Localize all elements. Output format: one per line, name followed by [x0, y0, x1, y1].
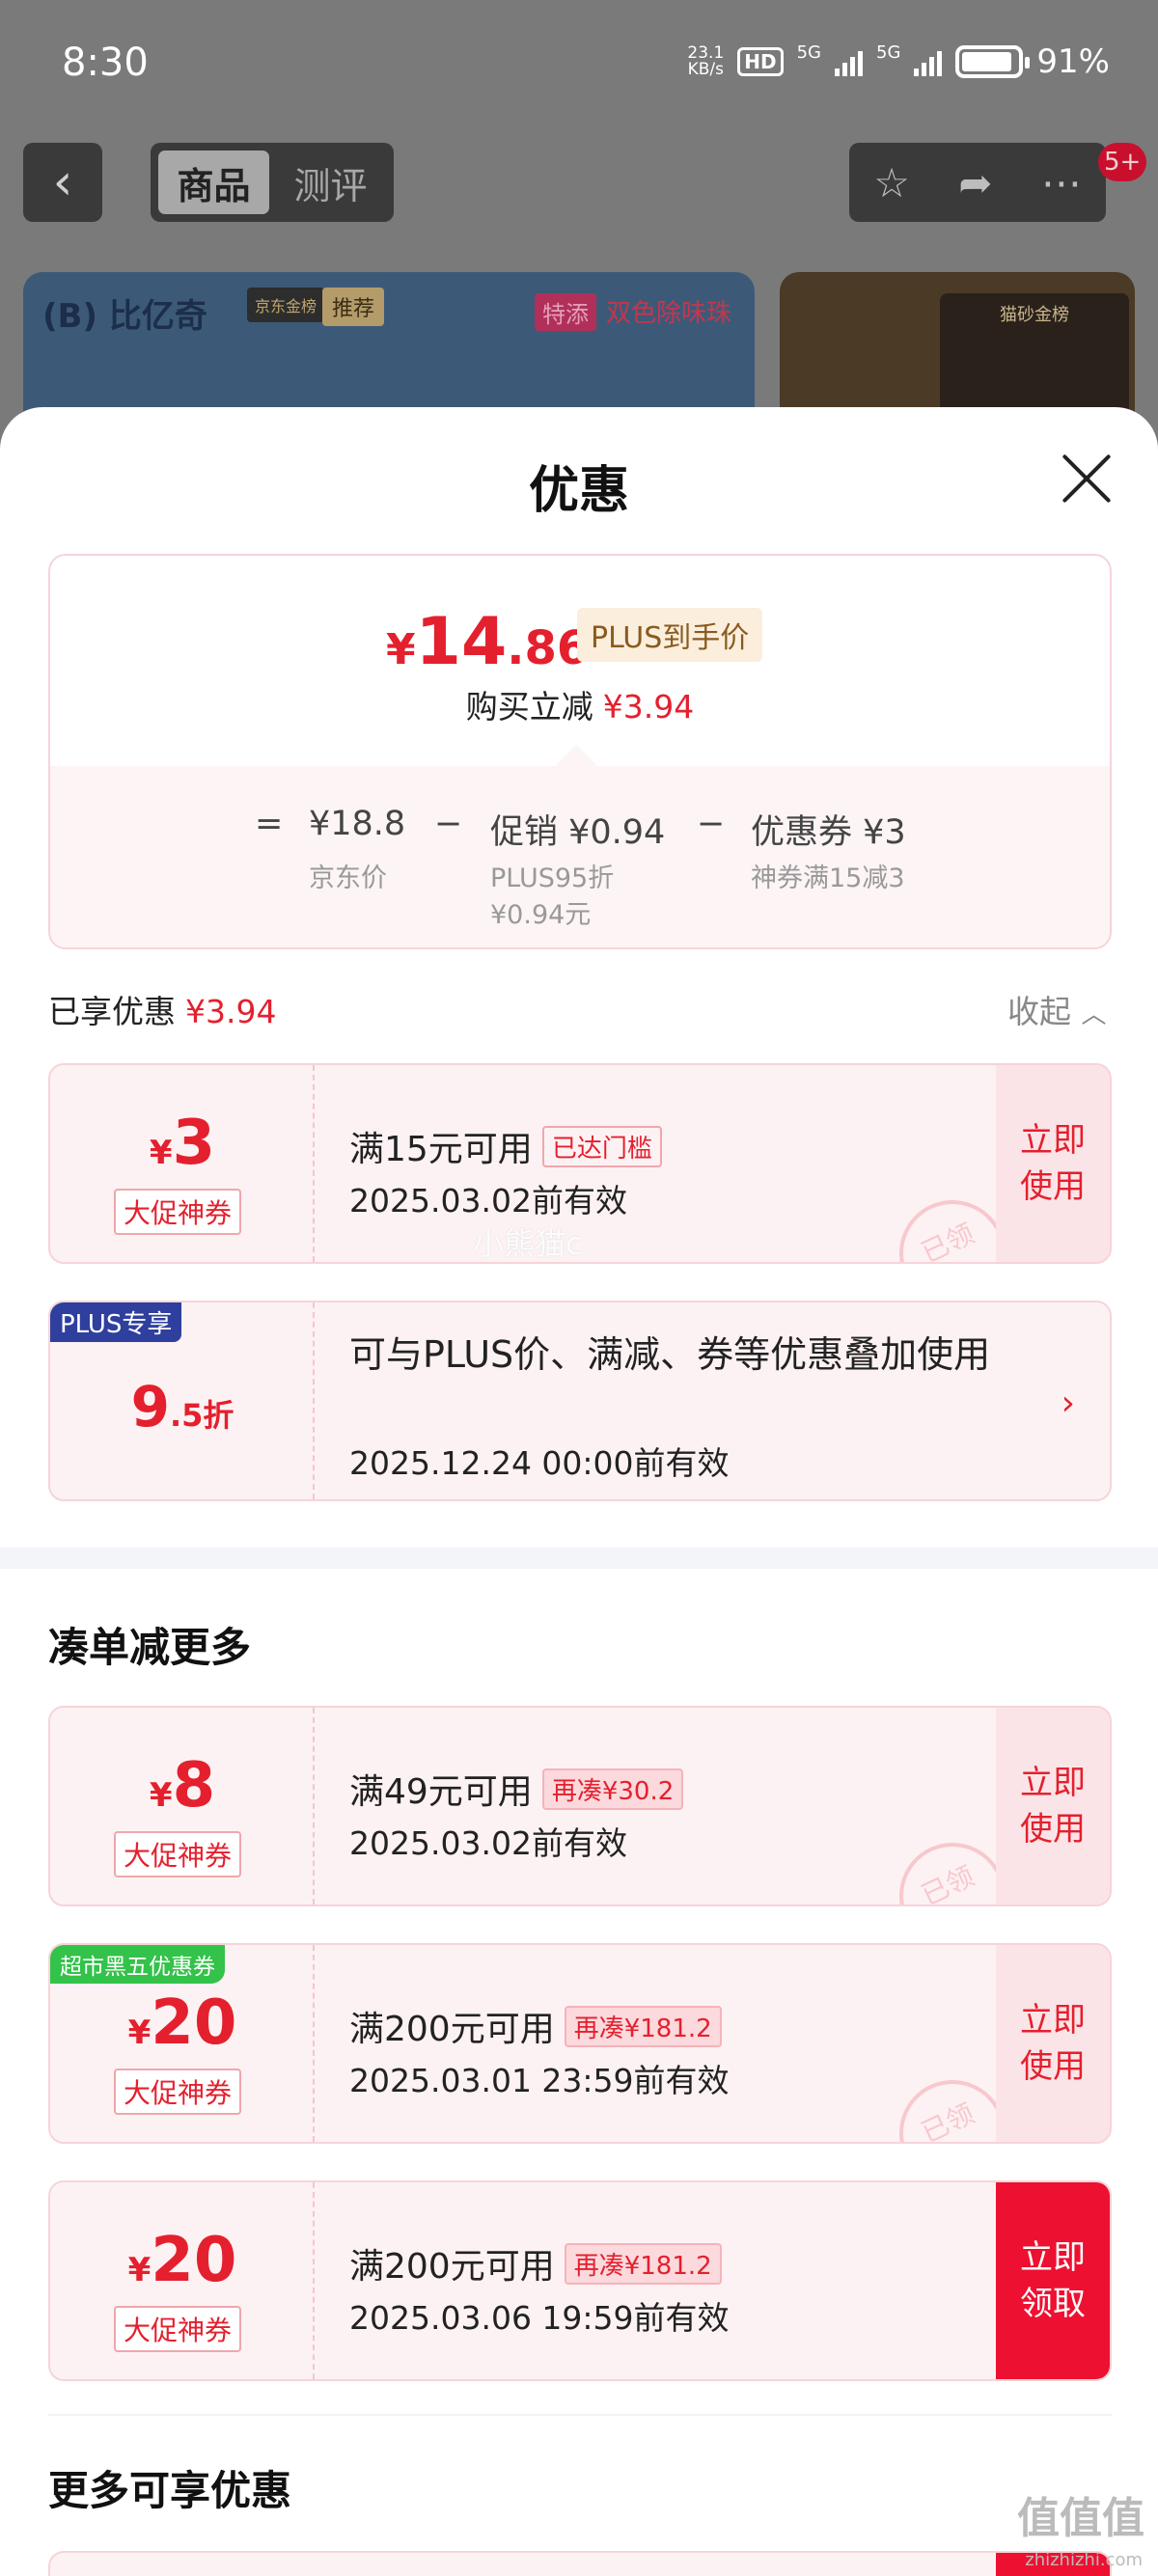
- section-title-enjoy: 更多可享优惠: [48, 2467, 292, 2514]
- close-icon[interactable]: [1062, 453, 1112, 504]
- enjoyed-discount: 已享优惠 ¥3.94: [48, 993, 277, 1030]
- chevron-up-icon: ︿: [1081, 1000, 1107, 1029]
- coupon-type: 大促神券: [114, 2069, 242, 2115]
- more-icon[interactable]: ⋯: [1041, 159, 1082, 206]
- banner-brand: (B) 比亿奇: [42, 297, 207, 336]
- promo-ribbon: 超市黑五优惠券: [50, 1945, 225, 1984]
- signal-icon: [835, 47, 864, 76]
- coupon-amount: ¥3: [149, 1108, 216, 1179]
- formula-promo: 促销 ¥0.94: [490, 813, 666, 852]
- reduce-amount: ¥3.94: [602, 688, 695, 726]
- formula-jd-price: ¥18.8: [309, 805, 406, 843]
- status-bar: 8:30 23.1 KB/s HD 5G 5G 91%: [0, 0, 1158, 135]
- formula-coupon: 优惠券 ¥3: [751, 813, 906, 852]
- tab-product[interactable]: 商品: [158, 151, 269, 214]
- coupon-amount: ¥8: [149, 1750, 216, 1822]
- chevron-right-icon: ›: [1061, 1384, 1075, 1423]
- plus-discount-card[interactable]: PLUS专享 9.5折 可与PLUS价、满减、券等优惠叠加使用 2025.12.…: [48, 1301, 1112, 1501]
- coupon-condition: 满15元可用 已达门槛: [349, 1121, 662, 1171]
- formula-coupon-sub: 神券满15减3: [751, 863, 905, 893]
- plus-validity: 2025.12.24 00:00前有效: [349, 1444, 730, 1482]
- coupon-type: 大促神券: [114, 1189, 242, 1235]
- signal-icon: [914, 47, 943, 76]
- coupon-validity: 2025.03.01 23:59前有效: [349, 2062, 730, 2099]
- coupon-amount: ¥20: [127, 2225, 237, 2296]
- section-title-more: 凑单减更多: [48, 1624, 252, 1671]
- tab-review[interactable]: 测评: [275, 151, 386, 214]
- coupon-tag: 再凑¥181.2: [564, 2006, 722, 2047]
- use-now-button[interactable]: 立即 使用: [996, 1708, 1110, 1905]
- banner-subtitle: 双色除味珠: [606, 299, 732, 328]
- final-price: ¥14.86: [386, 604, 590, 680]
- formula-equals: =: [255, 805, 284, 843]
- banner-recommend: 推荐: [322, 288, 385, 326]
- coupon-amount: ¥20: [127, 1987, 237, 2059]
- battery-percent: 91%: [1036, 42, 1110, 81]
- coupon-type: 大促神券: [114, 2306, 242, 2352]
- discount-sheet: 优惠 ¥14.86 PLUS到手价 购买立减 ¥3.94 = ¥18.8 京东价 …: [0, 407, 1158, 2576]
- banner-special: 特添: [535, 293, 596, 331]
- collapse-toggle[interactable]: 收起 ︿: [1007, 986, 1107, 1032]
- status-icons: 23.1 KB/s HD 5G 5G 91%: [687, 42, 1110, 81]
- coupon-tag: 再凑¥30.2: [541, 1768, 684, 1810]
- coupon-card: ¥8 大促神券 满49元可用 再凑¥30.2 2025.03.02前有效 已领 立…: [48, 1706, 1112, 1906]
- share-icon[interactable]: ➦: [958, 159, 992, 206]
- price-summary: ¥14.86 PLUS到手价 购买立减 ¥3.94 = ¥18.8 京东价 − 促…: [48, 554, 1112, 949]
- use-now-button[interactable]: 立即 使用: [996, 1945, 1110, 2142]
- hd-icon: HD: [737, 47, 784, 76]
- coupon-condition: 满49元可用 再凑¥30.2: [349, 1764, 684, 1814]
- plus-description: 可与PLUS价、满减、券等优惠叠加使用: [349, 1333, 991, 1376]
- coupon-condition: 满200元可用 再凑¥181.2: [349, 2001, 722, 2051]
- message-badge: 5+: [1098, 143, 1147, 181]
- coupon-type: 大促神券: [114, 1831, 242, 1877]
- plus-ribbon: PLUS专享: [50, 1302, 182, 1342]
- formula-promo-sub: PLUS95折: [490, 863, 615, 893]
- enjoyed-amount: ¥3.94: [185, 993, 277, 1030]
- price-formula: = ¥18.8 京东价 − 促销 ¥0.94 PLUS95折 ¥0.94元 − …: [50, 766, 1110, 947]
- net-speed: 23.1 KB/s: [687, 43, 725, 79]
- star-icon[interactable]: ☆: [873, 159, 910, 206]
- coupon-validity: 2025.03.02前有效: [349, 1824, 627, 1862]
- coupon-tag: 再凑¥181.2: [564, 2243, 722, 2285]
- divider: [48, 2414, 1112, 2416]
- coupon-validity: 2025.03.02前有效: [349, 1182, 627, 1219]
- coupon-card-partial: [48, 2551, 1112, 2576]
- status-time: 8:30: [62, 41, 149, 85]
- site-url: zhizhizhi.com: [1025, 2550, 1143, 2570]
- site-watermark: 值值值: [1017, 2494, 1144, 2543]
- formula-minus: −: [434, 805, 463, 843]
- coupon-validity: 2025.03.06 19:59前有效: [349, 2299, 730, 2337]
- watermark: 小熊猫c: [473, 1225, 583, 1262]
- back-button[interactable]: ‹: [23, 143, 102, 222]
- formula-jd-label: 京东价: [309, 863, 387, 893]
- header-tools: ☆ ➦ ⋯: [849, 143, 1106, 222]
- formula-minus: −: [697, 805, 726, 843]
- battery-icon: [955, 45, 1031, 78]
- use-now-button[interactable]: 立即 使用: [996, 1065, 1110, 1262]
- reduce-line: 购买立减 ¥3.94: [465, 688, 695, 726]
- sheet-title: 优惠: [528, 462, 629, 520]
- section-divider: [0, 1548, 1158, 1569]
- coupon-card: 超市黑五优惠券 ¥20 大促神券 满200元可用 再凑¥181.2 2025.03…: [48, 1943, 1112, 2144]
- formula-promo-sub2: ¥0.94元: [490, 900, 592, 930]
- sim1-label: 5G: [796, 42, 822, 63]
- plus-price-tag: PLUS到手价: [577, 608, 763, 662]
- coupon-card: ¥20 大促神券 满200元可用 再凑¥181.2 2025.03.06 19:5…: [48, 2180, 1112, 2381]
- banner-jd-tag: 京东金榜: [247, 288, 325, 322]
- coupon-condition: 满200元可用 再凑¥181.2: [349, 2238, 722, 2288]
- plus-discount: 9.5折: [130, 1374, 234, 1439]
- product-review-tabs: 商品 测评: [151, 143, 394, 222]
- chevron-left-icon: ‹: [52, 153, 73, 211]
- sim2-label: 5G: [876, 42, 901, 63]
- coupon-tag: 已达门槛: [541, 1126, 662, 1167]
- claim-now-button[interactable]: 立即 领取: [996, 2182, 1110, 2379]
